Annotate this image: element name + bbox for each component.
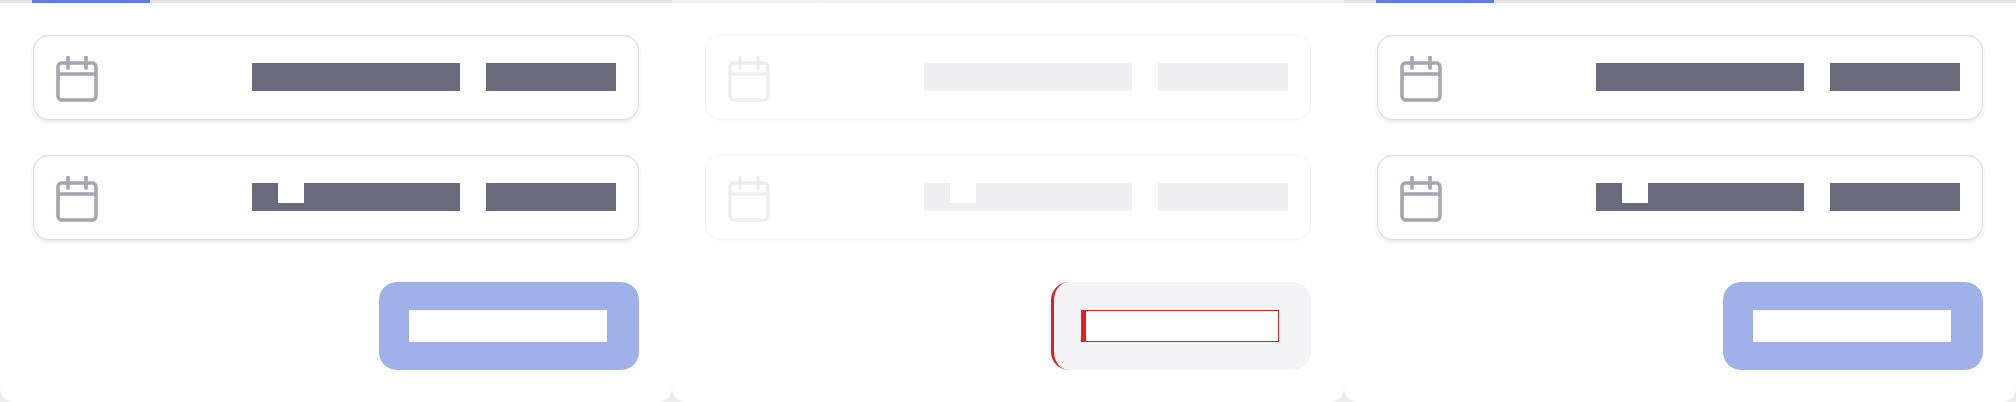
- redacted-button-label: [409, 310, 607, 342]
- calendar-icon: [1400, 56, 1442, 102]
- screen-panel-1: [0, 0, 672, 402]
- confirm-button[interactable]: [1051, 282, 1311, 370]
- redacted-date-value: [924, 63, 1132, 91]
- end-date-field[interactable]: [1377, 155, 1983, 240]
- focus-outline: [1051, 282, 1081, 370]
- redacted-time-value: [486, 63, 616, 91]
- calendar-icon: [56, 176, 98, 222]
- active-tab-indicator: [1376, 0, 1494, 3]
- redacted-button-label: [1081, 310, 1279, 342]
- redacted-date-value: [924, 183, 1132, 211]
- end-date-field[interactable]: [33, 155, 639, 240]
- calendar-icon: [1400, 176, 1442, 222]
- screen-panel-2: [672, 0, 1344, 402]
- redaction-gap: [950, 183, 976, 203]
- redacted-time-value: [1830, 63, 1960, 91]
- redacted-time-value: [1158, 63, 1288, 91]
- calendar-icon: [728, 56, 770, 102]
- redaction-gap: [1622, 183, 1648, 203]
- calendar-icon: [56, 56, 98, 102]
- screen-panel-3: [1344, 0, 2016, 402]
- redacted-time-value: [1158, 183, 1288, 211]
- end-date-field[interactable]: [705, 155, 1311, 240]
- start-date-field[interactable]: [33, 35, 639, 120]
- confirm-button[interactable]: [379, 282, 639, 370]
- calendar-icon: [728, 176, 770, 222]
- confirm-button[interactable]: [1723, 282, 1983, 370]
- redaction-gap: [278, 183, 304, 203]
- redacted-date-value: [252, 183, 460, 211]
- redacted-button-label: [1753, 310, 1951, 342]
- redacted-date-value: [252, 63, 460, 91]
- screens-strip: [0, 0, 2016, 402]
- redacted-time-value: [486, 183, 616, 211]
- redacted-time-value: [1830, 183, 1960, 211]
- active-tab-indicator: [32, 0, 150, 3]
- redacted-date-value: [1596, 183, 1804, 211]
- start-date-field[interactable]: [1377, 35, 1983, 120]
- redacted-date-value: [1596, 63, 1804, 91]
- start-date-field[interactable]: [705, 35, 1311, 120]
- active-tab-indicator: [704, 0, 822, 3]
